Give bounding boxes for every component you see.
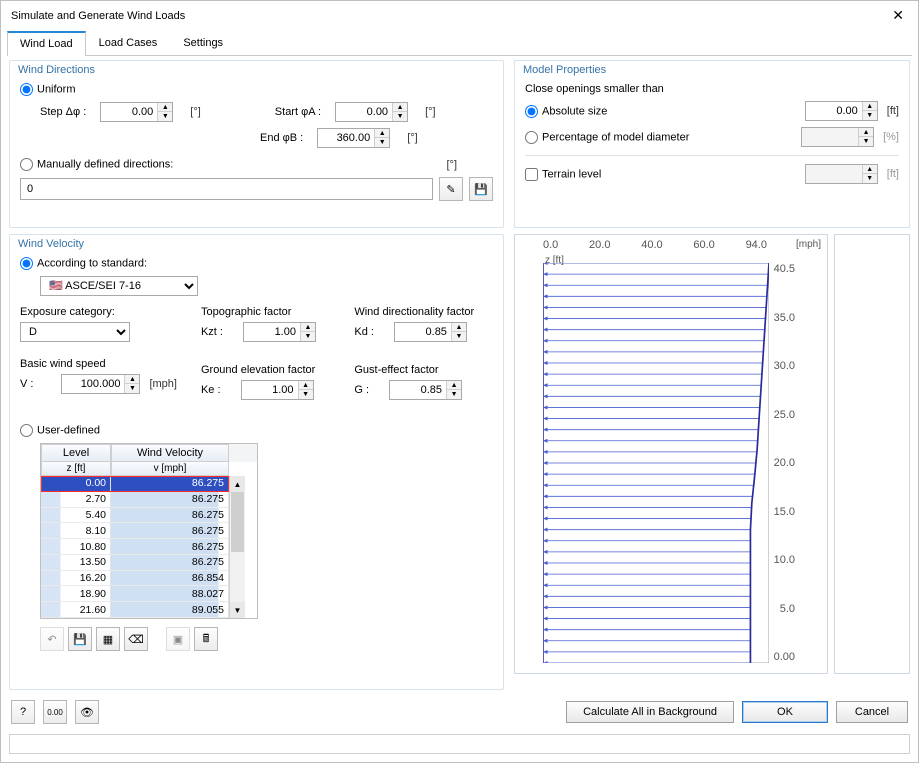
manual-input[interactable] xyxy=(20,178,433,200)
g-input[interactable]: ▲▼ xyxy=(389,380,462,400)
tab-wind-load[interactable]: Wind Load xyxy=(7,31,86,56)
table-row[interactable]: 0.0086.275 xyxy=(41,476,229,492)
units-icon[interactable]: 0.00 xyxy=(43,700,67,724)
step-label: Step Δφ : xyxy=(40,106,86,118)
group-title: Model Properties xyxy=(523,64,606,76)
basic-label: Basic wind speed xyxy=(20,358,177,370)
view-icon[interactable]: 👁 xyxy=(75,700,99,724)
radio-manual[interactable]: Manually defined directions: xyxy=(20,158,173,171)
side-panel xyxy=(834,234,910,674)
wind-profile-chart: 0.020.040.060.094.0 [mph] z [ft] 40.535.… xyxy=(514,234,828,674)
abs-label: Absolute size xyxy=(542,105,607,117)
manual-label: Manually defined directions: xyxy=(37,158,173,170)
table-row[interactable]: 21.6089.055 xyxy=(41,602,229,618)
step-unit: [°] xyxy=(190,106,201,118)
radio-absolute[interactable]: Absolute size xyxy=(525,105,607,118)
close-icon[interactable]: ✕ xyxy=(888,7,908,24)
scroll-down-icon[interactable]: ▼ xyxy=(230,602,245,618)
kzt-input[interactable]: ▲▼ xyxy=(243,322,316,342)
ts-velocity: v [mph] xyxy=(111,462,229,476)
ke-sym: Ke : xyxy=(201,384,221,396)
group-model-properties: Model Properties Close openings smaller … xyxy=(514,60,910,228)
kd-label: Wind directionality factor xyxy=(354,306,493,318)
radio-user-defined[interactable]: User-defined xyxy=(20,424,100,437)
export-excel-icon[interactable]: ▦ xyxy=(96,627,120,651)
start-unit: [°] xyxy=(425,106,436,118)
status-bar xyxy=(9,734,910,754)
close-openings-label: Close openings smaller than xyxy=(525,83,664,95)
group-wind-directions: Wind Directions Uniform Step Δφ : ▲▼ [°]… xyxy=(9,60,504,228)
pct-label: Percentage of model diameter xyxy=(542,131,689,143)
table-row[interactable]: 8.1086.275 xyxy=(41,523,229,539)
group-wind-velocity: Wind Velocity According to standard: 🇺🇸 … xyxy=(9,234,504,690)
table-row[interactable]: 5.4086.275 xyxy=(41,508,229,524)
exposure-label: Exposure category: xyxy=(20,306,177,318)
kzt-sym: Kzt : xyxy=(201,326,223,338)
table-row[interactable]: 16.2086.854 xyxy=(41,571,229,587)
calc-icon[interactable]: 🖩 xyxy=(194,627,218,651)
save-icon[interactable]: 💾 xyxy=(469,177,493,201)
save-table-icon[interactable]: 💾 xyxy=(68,627,92,651)
step-input[interactable]: ▲▼ xyxy=(100,102,173,122)
kd-input[interactable]: ▲▼ xyxy=(394,322,467,342)
uniform-label: Uniform xyxy=(37,83,76,95)
ke-label: Ground elevation factor xyxy=(201,364,330,376)
exposure-select[interactable]: D xyxy=(20,322,130,342)
undo-icon: ↶ xyxy=(40,627,64,651)
abs-input[interactable]: ▲▼ xyxy=(805,101,878,121)
g-label: Gust-effect factor xyxy=(354,364,493,376)
pct-input: ▲▼ xyxy=(801,127,874,147)
th-level: Level xyxy=(41,444,111,462)
th-velocity: Wind Velocity xyxy=(111,444,229,462)
standard-select[interactable]: 🇺🇸 ASCE/SEI 7-16 xyxy=(40,276,198,296)
start-input[interactable]: ▲▼ xyxy=(335,102,408,122)
radio-standard[interactable]: According to standard: xyxy=(20,257,147,270)
table-row[interactable]: 2.7086.275 xyxy=(41,492,229,508)
tab-settings[interactable]: Settings xyxy=(170,31,236,56)
x-unit: [mph] xyxy=(796,239,821,250)
table-row[interactable]: 18.9088.027 xyxy=(41,586,229,602)
velocity-table: Level Wind Velocity z [ft] v [mph] 0.008… xyxy=(40,443,258,619)
basic-sym: V : xyxy=(20,378,33,390)
radio-percentage[interactable]: Percentage of model diameter xyxy=(525,131,689,144)
kd-sym: Kd : xyxy=(354,326,374,338)
pct-unit: [%] xyxy=(883,131,899,143)
edit-icon[interactable]: ✎ xyxy=(439,177,463,201)
window-title: Simulate and Generate Wind Loads xyxy=(11,10,888,22)
terrain-input: ▲▼ xyxy=(805,164,878,184)
end-label: End φB : xyxy=(260,132,303,144)
calc-background-button[interactable]: Calculate All in Background xyxy=(566,701,734,723)
table-row[interactable]: 13.5086.275 xyxy=(41,555,229,571)
help-icon[interactable]: ? xyxy=(11,700,35,724)
ok-button[interactable]: OK xyxy=(742,701,828,723)
ts-level: z [ft] xyxy=(41,462,111,476)
end-unit: [°] xyxy=(407,132,418,144)
ke-input[interactable]: ▲▼ xyxy=(241,380,314,400)
table-row[interactable]: 10.8086.275 xyxy=(41,539,229,555)
checkbox-terrain[interactable]: Terrain level xyxy=(525,168,601,181)
table-scrollbar[interactable]: ▲ ▼ xyxy=(229,476,245,618)
group-title: Wind Velocity xyxy=(18,238,84,250)
terrain-label: Terrain level xyxy=(542,168,601,180)
manual-unit: [°] xyxy=(446,159,457,171)
std-label: According to standard: xyxy=(37,257,147,269)
grid-icon: ▣ xyxy=(166,627,190,651)
kzt-label: Topographic factor xyxy=(201,306,330,318)
start-label: Start φA : xyxy=(275,106,321,118)
user-label: User-defined xyxy=(37,424,100,436)
group-title: Wind Directions xyxy=(18,64,95,76)
terrain-unit: [ft] xyxy=(887,168,899,180)
basic-unit: [mph] xyxy=(149,378,177,390)
abs-unit: [ft] xyxy=(887,105,899,117)
end-input[interactable]: ▲▼ xyxy=(317,128,390,148)
basic-input[interactable]: ▲▼ xyxy=(61,374,140,394)
radio-uniform[interactable]: Uniform xyxy=(20,83,76,96)
cancel-button[interactable]: Cancel xyxy=(836,701,908,723)
tab-load-cases[interactable]: Load Cases xyxy=(86,31,171,56)
delete-row-icon[interactable]: ⌫ xyxy=(124,627,148,651)
g-sym: G : xyxy=(354,384,369,396)
scroll-up-icon[interactable]: ▲ xyxy=(230,476,245,492)
tabs: Wind Load Load Cases Settings xyxy=(7,30,912,56)
